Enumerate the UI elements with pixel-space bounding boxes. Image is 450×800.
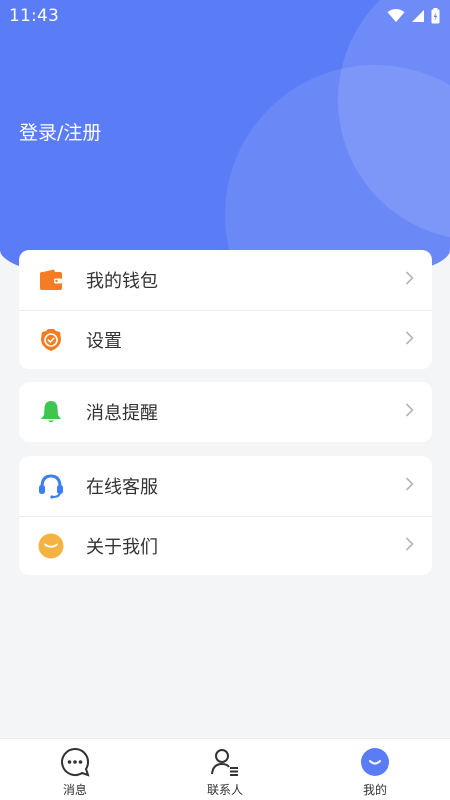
menu-item-label: 我的钱包 bbox=[86, 270, 158, 292]
profile-header bbox=[0, 0, 450, 290]
menu-item-label: 在线客服 bbox=[86, 476, 158, 498]
cell-signal-icon bbox=[411, 9, 425, 23]
menu-item-label: 消息提醒 bbox=[86, 403, 158, 424]
menu-item-online-support[interactable]: 在线客服 bbox=[19, 456, 432, 516]
menu-item-label: 关于我们 bbox=[86, 536, 158, 558]
tab-label: 联系人 bbox=[206, 783, 243, 797]
battery-icon bbox=[431, 8, 440, 24]
settings-badge-icon bbox=[38, 327, 64, 353]
wifi-icon bbox=[387, 9, 405, 23]
chevron-right-icon bbox=[405, 403, 414, 422]
profile-icon bbox=[360, 746, 390, 777]
menu-card-support: 在线客服 关于我们 bbox=[19, 456, 432, 575]
status-time: 11:43 bbox=[9, 6, 59, 26]
menu-item-label: 设置 bbox=[86, 330, 122, 352]
status-bar: 11:43 bbox=[0, 0, 450, 32]
menu-card-account: 我的钱包 设置 bbox=[19, 250, 432, 369]
login-register-link[interactable]: 登录/注册 bbox=[19, 118, 101, 145]
chat-icon bbox=[60, 746, 90, 777]
menu-item-about-us[interactable]: 关于我们 bbox=[19, 515, 432, 576]
chevron-right-icon bbox=[405, 270, 414, 289]
headset-icon bbox=[38, 473, 64, 499]
contacts-icon bbox=[210, 746, 240, 777]
chevron-right-icon bbox=[405, 476, 414, 495]
wallet-icon bbox=[38, 267, 64, 293]
tab-contacts[interactable]: 联系人 bbox=[150, 739, 300, 800]
chevron-right-icon bbox=[405, 536, 414, 555]
bottom-navigation: 消息 联系人 我的 bbox=[0, 738, 450, 800]
menu-card-notifications: 消息提醒 bbox=[19, 382, 432, 442]
tab-me[interactable]: 我的 bbox=[300, 739, 450, 800]
tab-label: 我的 bbox=[362, 783, 387, 797]
tab-messages[interactable]: 消息 bbox=[0, 739, 150, 800]
profile-screen: 11:43 登录/注册 我的钱包 设置 消息提醒 在线客服 关于我们 消息 联系… bbox=[0, 0, 450, 800]
bell-icon bbox=[38, 399, 64, 425]
tab-label: 消息 bbox=[62, 783, 87, 797]
chevron-right-icon bbox=[405, 330, 414, 349]
menu-item-wallet[interactable]: 我的钱包 bbox=[19, 250, 432, 310]
smiley-icon bbox=[38, 533, 64, 559]
menu-item-notifications[interactable]: 消息提醒 bbox=[19, 382, 432, 442]
menu-item-settings[interactable]: 设置 bbox=[19, 309, 432, 370]
status-icons bbox=[387, 8, 440, 24]
